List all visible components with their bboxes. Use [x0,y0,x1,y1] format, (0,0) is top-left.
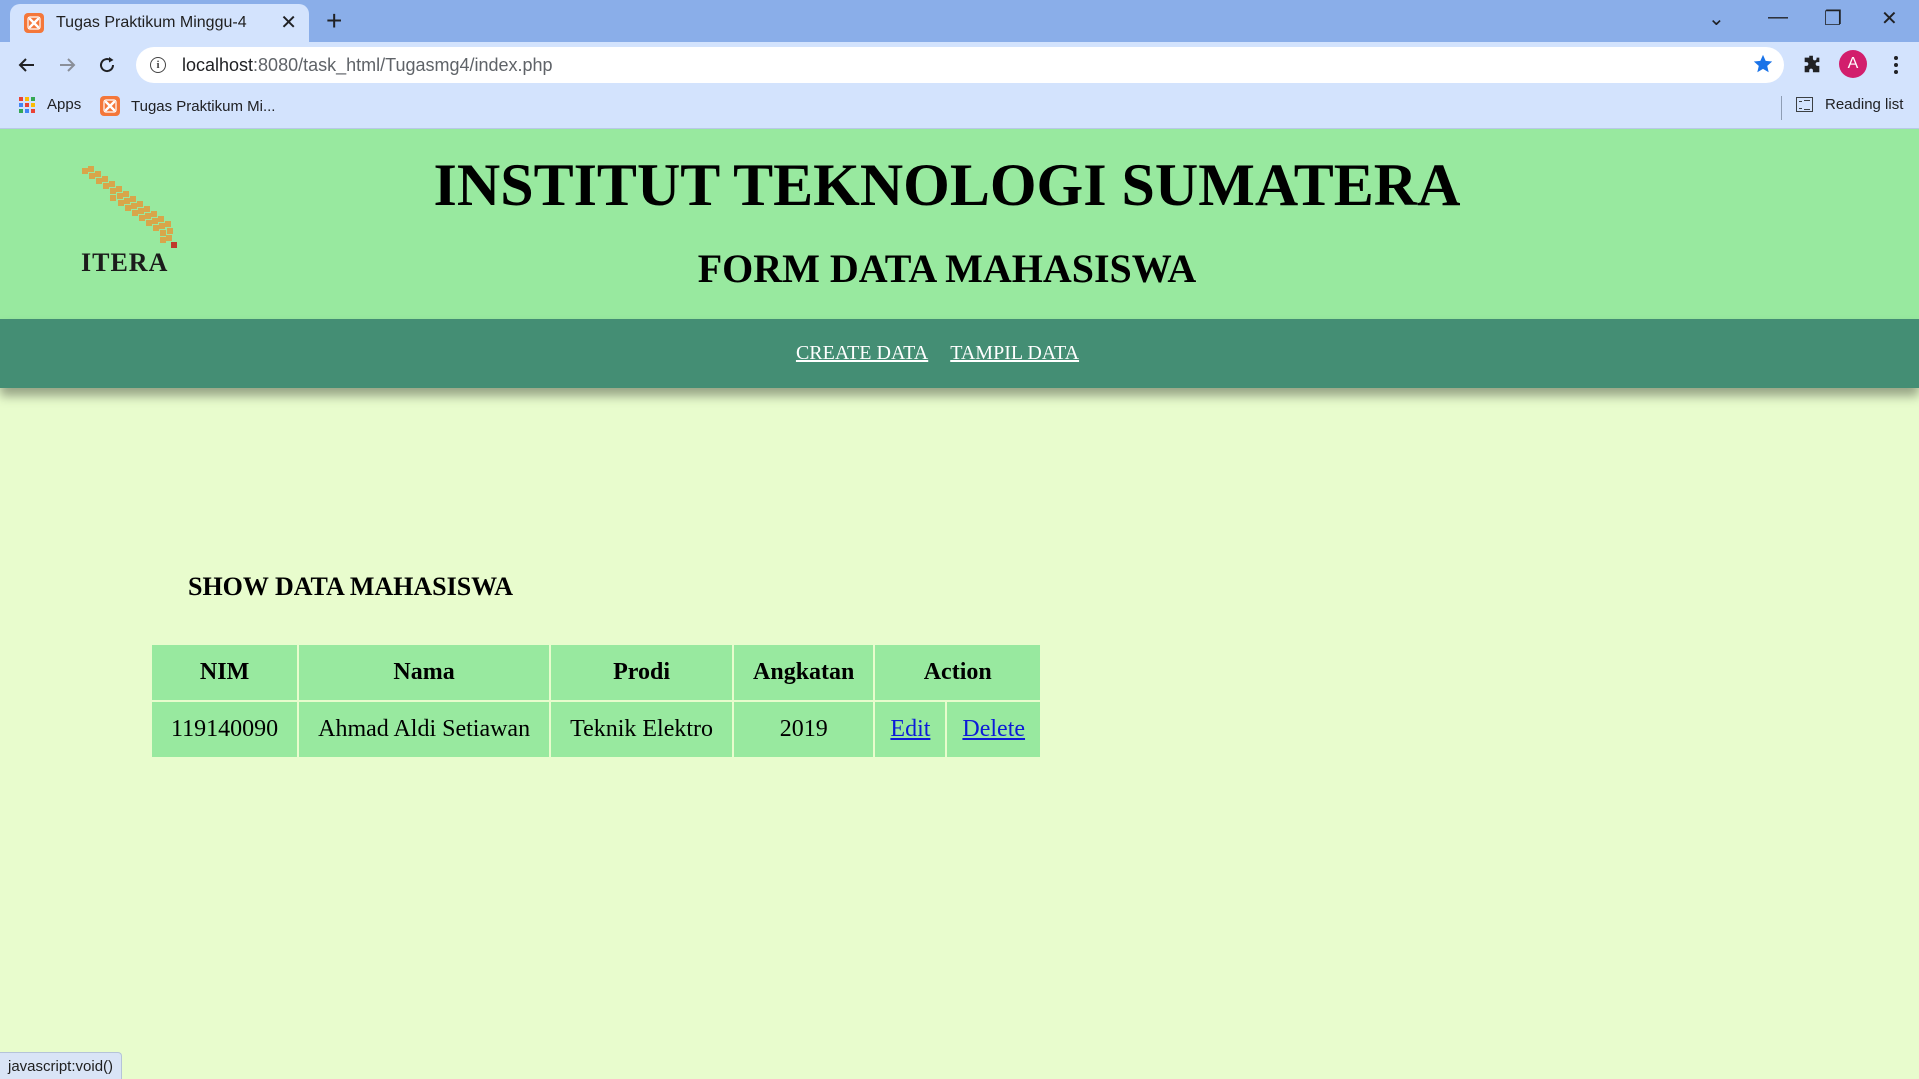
site-info-icon[interactable]: i [150,57,166,73]
status-bar: javascript:void() [0,1052,123,1079]
bookmark-apps[interactable]: Apps [19,96,81,113]
column-header: Nama [299,645,550,700]
cell-delete: Delete [947,702,1041,757]
reading-list-label: Reading list [1825,96,1904,113]
back-icon[interactable] [12,50,42,80]
minimize-icon[interactable]: — [1768,6,1788,29]
bookmarks-bar: Apps Tugas Praktikum Mi... Reading list [0,88,1919,129]
bookmark-label: Tugas Praktikum Mi... [131,97,276,115]
column-header: NIM [152,645,298,700]
browser-toolbar: i localhost:8080/task_html/Tugasmg4/inde… [0,42,1919,88]
menu-icon[interactable] [1888,50,1904,80]
bookmark-label: Apps [47,96,82,113]
cell-edit: Edit [875,702,946,757]
bookmark-tugas[interactable]: Tugas Praktikum Mi... [100,96,275,116]
extensions-icon[interactable] [1801,53,1823,80]
main-nav: CREATE DATA TAMPIL DATA [0,319,1919,388]
close-tab-icon[interactable]: ✕ [280,13,297,33]
tab-strip: Tugas Praktikum Minggu-4 ✕ + ⌄ — ❐ ✕ [0,0,1919,42]
page-subtitle: FORM DATA MAHASISWA [697,246,1197,291]
new-tab-icon[interactable]: + [326,7,342,35]
column-header: Action [875,645,1041,700]
browser-tab[interactable]: Tugas Praktikum Minggu-4 ✕ [10,4,309,42]
cell-angkatan: 2019 [734,702,874,757]
section-title: SHOW DATA MAHASISWA [188,572,514,601]
reading-list-icon [1796,97,1813,112]
restore-icon[interactable]: ❐ [1824,6,1842,31]
edit-link[interactable]: Edit [890,716,930,742]
bookmark-star-icon[interactable] [1752,53,1774,80]
apps-grid-icon [19,96,35,113]
column-header: Prodi [551,645,733,700]
reload-icon[interactable] [92,50,122,80]
site-header: ITERA INSTITUT TEKNOLOGI SUMATERA FORM D… [0,129,1919,319]
profile-avatar[interactable]: A [1839,50,1867,78]
nav-create-data[interactable]: CREATE DATA [796,342,928,365]
forward-icon[interactable] [52,50,82,80]
table-row: 119140090 Ahmad Aldi Setiawan Teknik Ele… [152,702,1041,757]
nav-tampil-data[interactable]: TAMPIL DATA [950,342,1079,365]
address-bar[interactable]: i localhost:8080/task_html/Tugasmg4/inde… [136,47,1784,83]
tab-title: Tugas Praktikum Minggu-4 [56,14,247,31]
page-title: INSTITUT TEKNOLOGI SUMATERA [433,152,1461,218]
cell-nim: 119140090 [152,702,298,757]
table-header-row: NIM Nama Prodi Angkatan Action [152,645,1041,700]
column-header: Angkatan [734,645,874,700]
tab-search-icon[interactable]: ⌄ [1708,6,1725,31]
xampp-icon [100,96,120,116]
bookmark-divider [1781,96,1782,120]
delete-link[interactable]: Delete [962,716,1025,742]
url-text: localhost:8080/task_html/Tugasmg4/index.… [182,54,553,75]
close-window-icon[interactable]: ✕ [1881,6,1898,31]
cell-prodi: Teknik Elektro [551,702,733,757]
xampp-icon [24,13,44,33]
reading-list-button[interactable]: Reading list [1796,96,1903,113]
student-table: NIM Nama Prodi Angkatan Action 119140090… [150,643,1042,759]
cell-nama: Ahmad Aldi Setiawan [299,702,550,757]
